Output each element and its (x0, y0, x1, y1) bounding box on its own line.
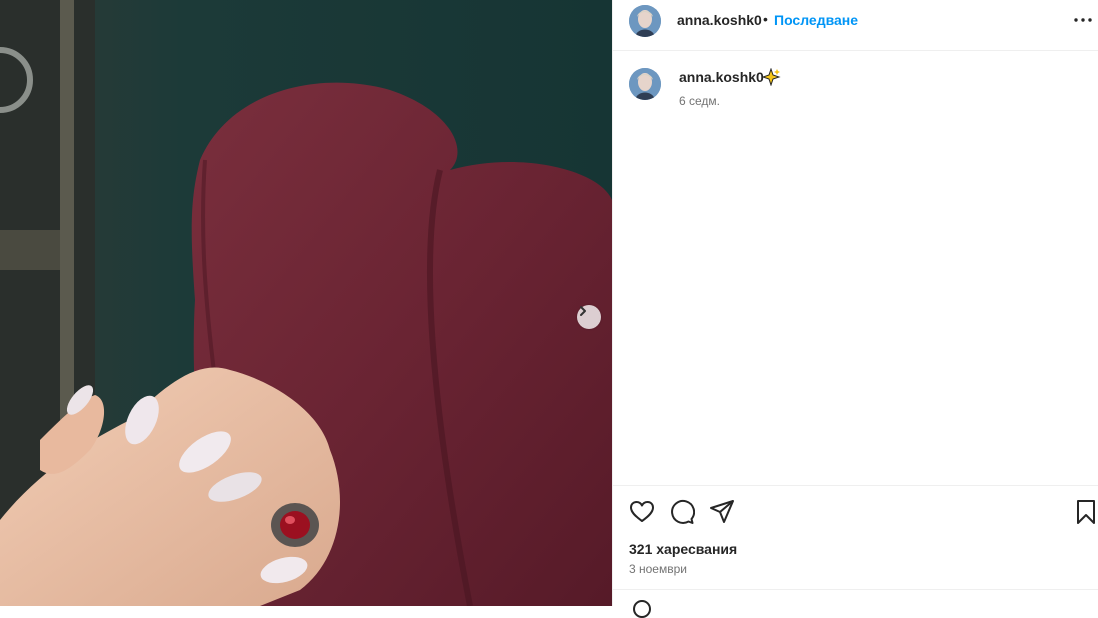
separator-dot: • (763, 11, 768, 27)
caption-time-ago[interactable]: 6 седм. (679, 94, 720, 108)
emoji-picker-icon[interactable] (633, 600, 651, 618)
likes-count[interactable]: 321 харесвания (629, 541, 737, 557)
follow-button[interactable]: Последване (774, 12, 858, 28)
next-slide-button[interactable] (577, 305, 601, 329)
comment-icon[interactable] (669, 499, 695, 525)
avatar-image (629, 68, 661, 100)
avatar[interactable] (629, 5, 661, 37)
post-photo (0, 0, 612, 606)
divider (613, 485, 1098, 486)
post-author-username[interactable]: anna.koshk0 (677, 12, 762, 28)
more-options-icon[interactable] (1073, 12, 1093, 28)
sparkle-icon (763, 68, 781, 86)
like-heart-icon[interactable] (629, 499, 655, 525)
post-media[interactable] (0, 0, 612, 606)
post-date[interactable]: 3 ноември (629, 562, 687, 576)
share-send-icon[interactable] (709, 499, 735, 525)
post-header: anna.koshk0 • Последване (613, 0, 1098, 51)
caption-username[interactable]: anna.koshk0 (679, 69, 764, 85)
bookmark-icon[interactable] (1073, 499, 1098, 525)
caption-avatar[interactable] (629, 68, 661, 100)
divider (613, 589, 1098, 590)
avatar-image (629, 5, 661, 37)
chevron-right-icon (580, 306, 586, 316)
post-side-panel: anna.koshk0 • Последване anna.koshk0 6 с… (612, 0, 1098, 618)
